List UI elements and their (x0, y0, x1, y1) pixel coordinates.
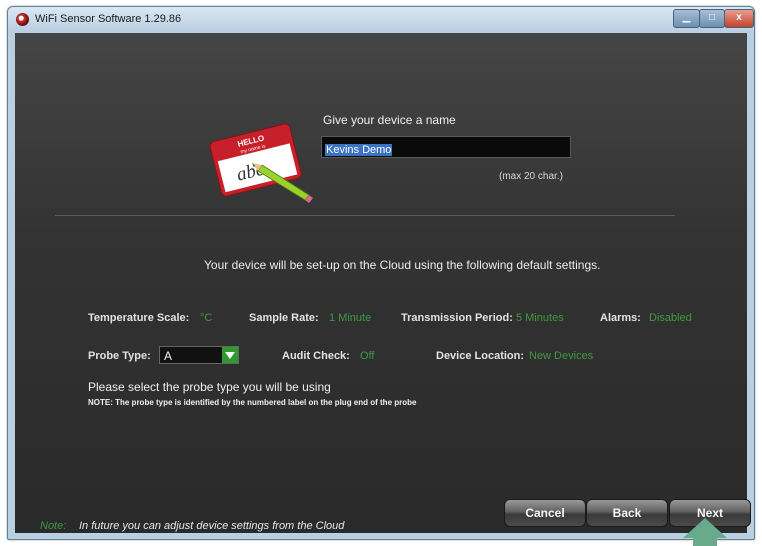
device-location-label: Device Location: (436, 350, 525, 362)
sample-rate-value: 1 Minute (329, 312, 372, 324)
default-settings-info: Your device will be set-up on the Cloud … (204, 258, 601, 272)
device-location-value: New Devices (529, 350, 594, 362)
arrow-up-icon (683, 518, 727, 538)
max-char-hint: (max 20 char.) (499, 171, 563, 182)
alarms-value: Disabled (649, 312, 692, 324)
probe-type-select[interactable]: A (159, 346, 239, 364)
cancel-button[interactable]: Cancel (504, 499, 586, 527)
maximize-button[interactable]: □ (699, 9, 725, 28)
back-button[interactable]: Back (586, 499, 668, 527)
title-bar: WiFi Sensor Software 1.29.86 ▁ □ x (8, 7, 754, 33)
footer-note-label: Note: (40, 520, 67, 532)
device-name-prompt: Give your device a name (323, 113, 456, 127)
probe-type-label: Probe Type: (88, 350, 151, 362)
app-icon (16, 13, 29, 26)
transmission-period-label: Transmission Period: (401, 312, 513, 324)
window-title: WiFi Sensor Software 1.29.86 (35, 13, 182, 25)
app-window: WiFi Sensor Software 1.29.86 ▁ □ x HELLO… (7, 6, 755, 540)
transmission-period-value: 5 Minutes (516, 312, 564, 324)
close-button[interactable]: x (724, 9, 754, 28)
chevron-down-icon[interactable] (222, 347, 238, 363)
alarms-label: Alarms: (600, 312, 641, 324)
setup-panel: HELLO my name is abc Give your device a … (15, 33, 751, 533)
sample-rate-label: Sample Rate: (249, 312, 319, 324)
device-name-value: Kevins Demo (325, 144, 393, 156)
device-name-input[interactable]: Kevins Demo (321, 136, 571, 158)
audit-check-label: Audit Check: (282, 350, 350, 362)
probe-type-value: A (164, 349, 173, 363)
probe-type-note: NOTE: The probe type is identified by th… (88, 398, 417, 407)
audit-check-value: Off (360, 350, 375, 362)
temperature-scale-value: °C (200, 312, 213, 324)
name-tag-icon: HELLO my name is abc (210, 123, 313, 203)
minimize-button[interactable]: ▁ (673, 9, 700, 28)
temperature-scale-label: Temperature Scale: (88, 312, 190, 324)
footer-note-text: In future you can adjust device settings… (79, 520, 345, 532)
probe-select-hint: Please select the probe type you will be… (88, 380, 331, 394)
arrow-stem (693, 536, 717, 546)
section-divider (55, 215, 675, 216)
